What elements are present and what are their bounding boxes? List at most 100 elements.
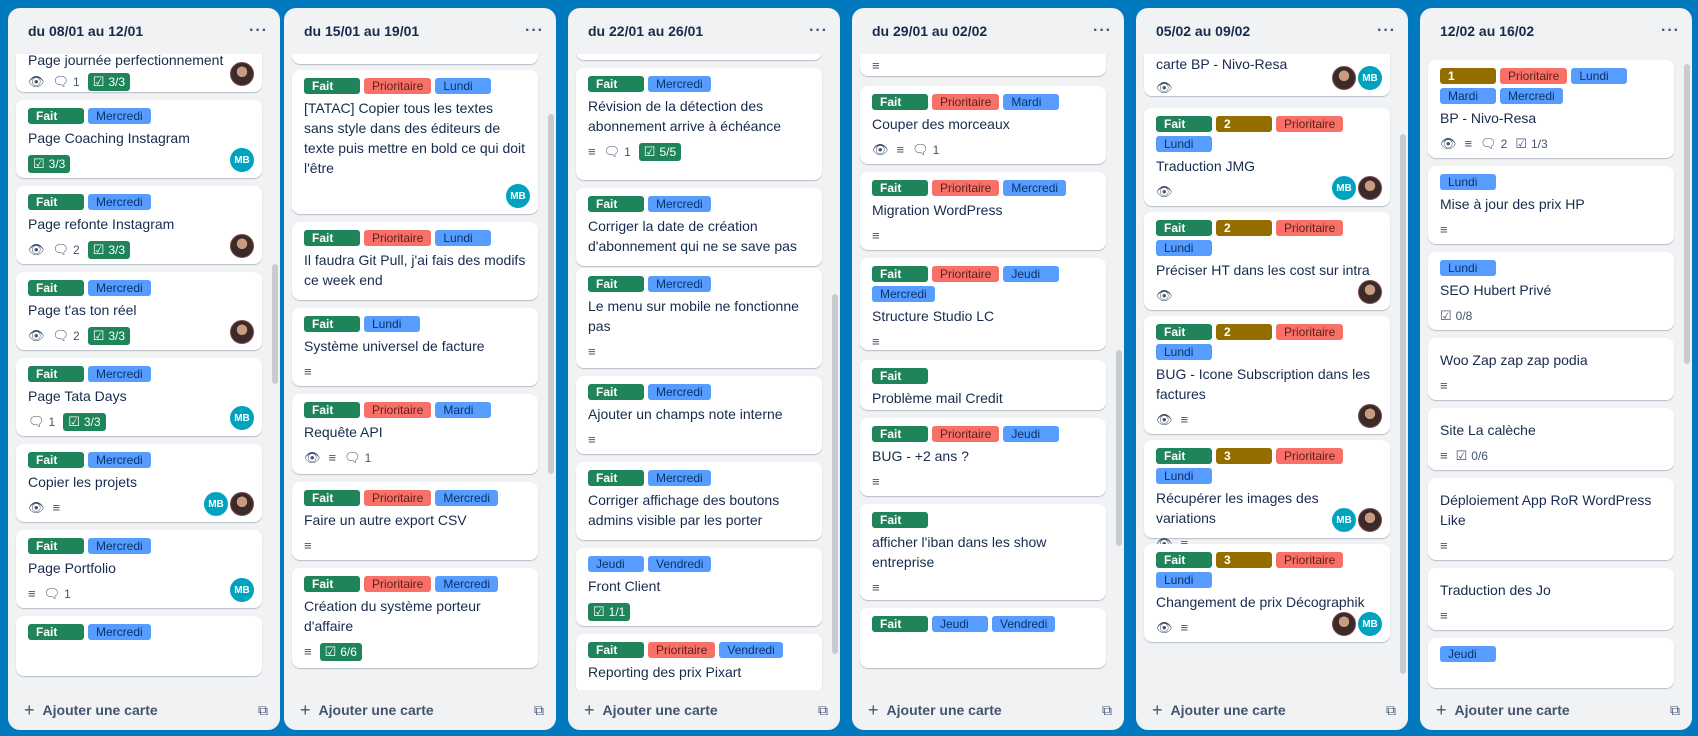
scrollbar[interactable] [272, 264, 278, 384]
avatar[interactable] [1358, 280, 1382, 304]
card[interactable]: Fait Jeudi Vendredi [860, 608, 1106, 668]
add-card-button[interactable]: + Ajouter une carte [1152, 700, 1286, 721]
avatar[interactable]: MB [1358, 612, 1382, 636]
avatar[interactable] [1358, 176, 1382, 200]
avatar[interactable]: MB [1358, 66, 1382, 90]
card[interactable]: Jeudi Vendredi Front Client ☑ 1/1 [576, 548, 822, 626]
card[interactable]: Fait Prioritaire Lundi Il faudra Git Pull,… [292, 222, 538, 300]
card[interactable]: Fait 3 Prioritaire Lundi Changement de prix… [1144, 544, 1390, 642]
avatar[interactable] [1358, 404, 1382, 428]
card[interactable]: Fait Mercredi Ajouter un champs note inte… [576, 376, 822, 454]
avatar[interactable] [1332, 612, 1356, 636]
card-template-icon[interactable]: ⧉ [818, 702, 828, 719]
more-icon[interactable]: ··· [249, 22, 268, 40]
card-template-icon[interactable]: ⧉ [1102, 702, 1112, 719]
avatar[interactable] [1332, 66, 1356, 90]
add-card-button[interactable]: + Ajouter une carte [584, 700, 718, 721]
add-card-button[interactable]: + Ajouter une carte [1436, 700, 1570, 721]
more-icon[interactable]: ··· [525, 22, 544, 40]
avatar[interactable] [230, 320, 254, 344]
card[interactable]: ≡ [860, 54, 1106, 76]
card[interactable]: Traduction des Jo ≡ [1428, 568, 1674, 630]
more-icon[interactable]: ··· [1377, 22, 1396, 40]
list-title[interactable]: 05/02 au 09/02 [1156, 23, 1250, 39]
more-icon[interactable]: ··· [1661, 22, 1680, 40]
avatar[interactable]: MB [1332, 176, 1356, 200]
list-header[interactable]: du 22/01 au 26/01 ··· [568, 8, 840, 54]
list-header[interactable]: du 15/01 au 19/01 ··· [284, 8, 556, 54]
card[interactable]: Fait Mercredi Page Coaching Instagram ☑ 3/… [16, 100, 262, 178]
more-icon[interactable]: ··· [1093, 22, 1112, 40]
more-icon[interactable]: ··· [809, 22, 828, 40]
card[interactable]: Lundi Mise à jour des prix HP ≡ [1428, 166, 1674, 244]
card[interactable]: Fait Mercredi Copier les projets 👁 ≡ MB [16, 444, 262, 522]
scrollbar[interactable] [832, 294, 838, 654]
avatar[interactable]: MB [230, 406, 254, 430]
add-card-button[interactable]: + Ajouter une carte [868, 700, 1002, 721]
card[interactable]: Fait Mercredi Page Tata Days 🗨 1 ☑ 3/3 MB [16, 358, 262, 436]
card-template-icon[interactable]: ⧉ [258, 702, 268, 719]
avatar[interactable] [230, 62, 254, 86]
card[interactable]: Lundi SEO Hubert Privé ☑ 0/8 [1428, 252, 1674, 330]
card[interactable]: Fait Prioritaire Jeudi BUG - +2 ans ? ≡ [860, 418, 1106, 496]
card[interactable]: Fait 2 Prioritaire Lundi BUG - Icone Subscr… [1144, 316, 1390, 434]
avatar[interactable]: MB [230, 148, 254, 172]
card[interactable]: Fait afficher l'iban dans les show entre… [860, 504, 1106, 600]
card[interactable]: Fait Mercredi Page Portfolio ≡ 🗨 1 MB [16, 530, 262, 608]
card[interactable]: 1 Prioritaire Lundi Mardi Mercredi BP - Nivo… [1428, 60, 1674, 158]
list-title[interactable]: 12/02 au 16/02 [1440, 23, 1534, 39]
card-template-icon[interactable]: ⧉ [1386, 702, 1396, 719]
card[interactable]: Fait 2 Prioritaire Lundi Préciser HT dans l… [1144, 212, 1390, 310]
scrollbar[interactable] [1684, 64, 1690, 364]
card[interactable]: Woo Zap zap zap podia ≡ [1428, 338, 1674, 400]
card[interactable]: Fait Mercredi Corriger affichage des bout… [576, 462, 822, 540]
list-header[interactable]: 05/02 au 09/02 ··· [1136, 8, 1408, 54]
card-template-icon[interactable]: ⧉ [534, 702, 544, 719]
card[interactable]: Fait Prioritaire Mercredi Faire un autre e… [292, 482, 538, 560]
list-title[interactable]: du 22/01 au 26/01 [588, 23, 703, 39]
add-card-button[interactable]: + Ajouter une carte [300, 700, 434, 721]
card[interactable]: Fait Mercredi [16, 616, 262, 676]
card[interactable]: Fait Prioritaire Mardi Requête API 👁 ≡ 🗨 1 [292, 394, 538, 474]
avatar[interactable]: MB [506, 184, 530, 208]
card[interactable]: Fait Mercredi Révision de la détection de… [576, 68, 822, 180]
scrollbar[interactable] [1116, 350, 1122, 546]
card[interactable] [576, 54, 822, 60]
card[interactable]: Fait Mercredi Corriger la date de créatio… [576, 188, 822, 266]
avatar[interactable]: MB [204, 492, 228, 516]
card[interactable]: Fait Prioritaire Jeudi Mercredi Structure S… [860, 258, 1106, 350]
card-template-icon[interactable]: ⧉ [1670, 702, 1680, 719]
card[interactable]: Site La calèche ≡ ☑ 0/6 [1428, 408, 1674, 470]
avatar[interactable] [230, 234, 254, 258]
card[interactable] [292, 54, 538, 64]
card[interactable]: Fait Prioritaire Mercredi Migration WordPr… [860, 172, 1106, 250]
add-card-button[interactable]: + Ajouter une carte [24, 700, 158, 721]
card[interactable]: Jeudi [1428, 638, 1674, 688]
card[interactable]: Fait Lundi Système universel de facture ≡ [292, 308, 538, 386]
list-header[interactable]: du 29/01 au 02/02 ··· [852, 8, 1124, 54]
card[interactable]: Fait Mercredi Page refonte Instagram 👁 🗨 2… [16, 186, 262, 264]
card[interactable]: Fait Mercredi Page t'as ton réel 👁 🗨 2 ☑ 3/… [16, 272, 262, 350]
card[interactable]: Fait Prioritaire Mardi Couper des morceaux… [860, 86, 1106, 164]
card[interactable]: Fait 2 Prioritaire Lundi Traduction JMG 👁 M… [1144, 108, 1390, 206]
card[interactable]: Fait 3 Prioritaire Lundi Récupérer les imag… [1144, 440, 1390, 551]
scrollbar[interactable] [1400, 134, 1406, 674]
card[interactable]: carte BP - Nivo-Resa 👁 MB [1144, 54, 1390, 96]
card[interactable]: Fait Prioritaire Vendredi Reporting des pr… [576, 634, 822, 690]
card[interactable]: Fait Prioritaire Mercredi Création du syst… [292, 568, 538, 668]
card[interactable]: Fait Prioritaire Lundi [TATAC] Copier tous… [292, 70, 538, 214]
avatar[interactable]: MB [1332, 508, 1356, 532]
card[interactable]: Fait Mercredi Le menu sur mobile ne fonct… [576, 268, 822, 368]
list-title[interactable]: du 08/01 au 12/01 [28, 23, 143, 39]
list-title[interactable]: du 29/01 au 02/02 [872, 23, 987, 39]
avatar[interactable]: MB [230, 578, 254, 602]
avatar[interactable] [1358, 508, 1382, 532]
avatar[interactable] [230, 492, 254, 516]
scrollbar[interactable] [548, 114, 554, 474]
list-header[interactable]: 12/02 au 16/02 ··· [1420, 8, 1692, 54]
card[interactable]: Déploiement App RoR WordPress Like ≡ [1428, 478, 1674, 560]
list-header[interactable]: du 08/01 au 12/01 ··· [8, 8, 280, 54]
card[interactable]: Page journée perfectionnement 👁 🗨 1 ☑ 3/3 [16, 54, 262, 92]
card[interactable]: Fait Problème mail Credit [860, 360, 1106, 410]
list-title[interactable]: du 15/01 au 19/01 [304, 23, 419, 39]
